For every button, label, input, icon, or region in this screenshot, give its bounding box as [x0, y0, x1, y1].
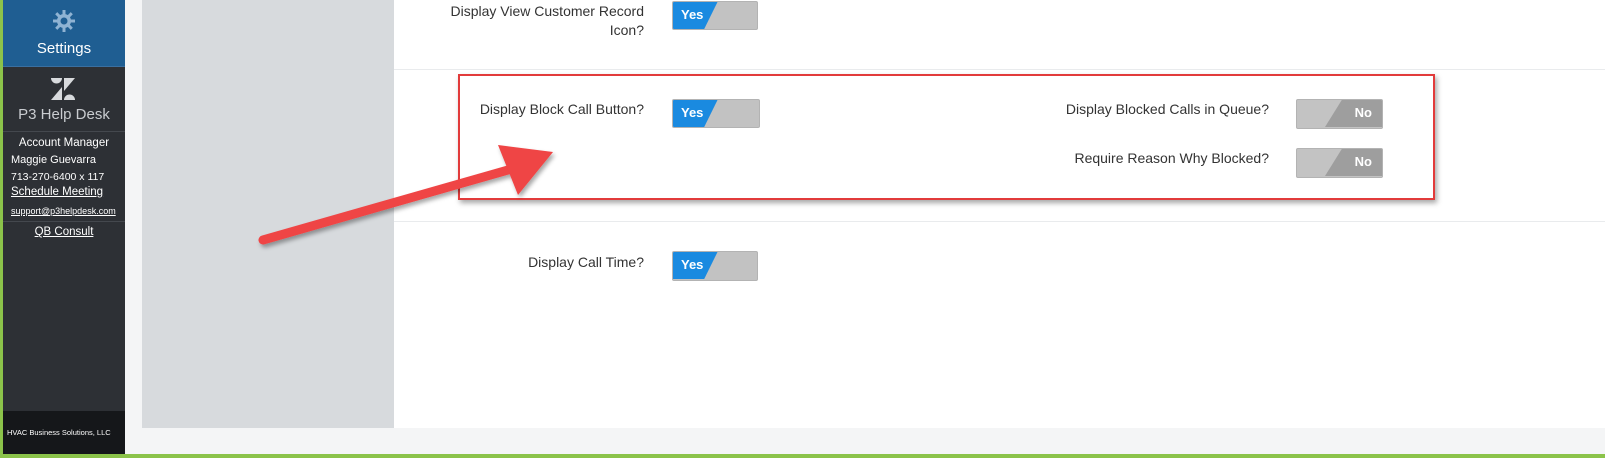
schedule-meeting-link[interactable]: Schedule Meeting [11, 186, 103, 198]
view-customer-record-toggle[interactable]: Yes [672, 1, 758, 30]
sidebar-item-label: P3 Help Desk [18, 106, 110, 123]
support-email-link[interactable]: support@p3helpdesk.com [11, 206, 116, 216]
highlight-box [458, 74, 1435, 200]
call-time-toggle[interactable]: Yes [672, 251, 758, 281]
account-manager-phone: 713-270-6400 x 117 [11, 171, 105, 183]
gear-icon [53, 10, 75, 32]
sidebar-item-helpdesk[interactable]: P3 Help Desk [3, 67, 125, 132]
annotation-arrow-icon [258, 145, 553, 245]
account-manager-title: Account Manager [18, 137, 110, 149]
divider [394, 221, 1605, 222]
sidebar: Settings P3 Help Desk Account Manager Ma… [3, 0, 125, 454]
account-manager-name: Maggie Guevarra [11, 154, 96, 166]
app-frame: Settings P3 Help Desk Account Manager Ma… [3, 0, 1605, 454]
toggle-value: Yes [681, 7, 704, 22]
divider [394, 69, 1605, 70]
sidebar-item-label: Settings [36, 40, 92, 57]
sidebar-item-settings[interactable]: Settings [3, 0, 125, 67]
divider [3, 221, 125, 222]
qb-consult-link[interactable]: QB Consult [3, 226, 125, 238]
settings-panel: Display View Customer Record Icon? Yes D… [394, 0, 1605, 428]
zendesk-logo-icon [51, 78, 75, 100]
call-time-label: Display Call Time? [528, 254, 644, 270]
footer-brand: HVAC Business Solutions, LLC [3, 411, 125, 454]
toggle-value: Yes [681, 257, 704, 272]
view-customer-record-label: Display View Customer Record Icon? [450, 3, 644, 38]
